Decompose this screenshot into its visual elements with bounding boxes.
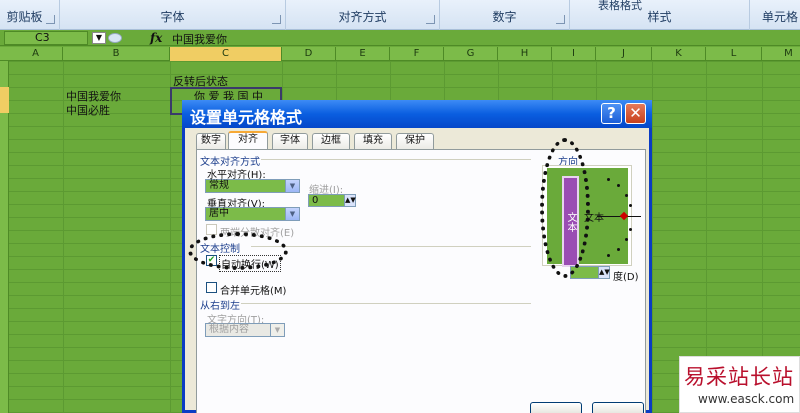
watermark-url: www.easck.com — [698, 392, 795, 406]
dial-dot — [625, 194, 628, 197]
text-direction-select[interactable]: 根据内容 ▼ — [205, 323, 285, 337]
tab-protection[interactable]: 保护 — [396, 133, 434, 149]
formula-bar-handle-icon[interactable] — [108, 33, 122, 43]
watermark-logo: 易采站长站 www.easck.com — [679, 356, 800, 413]
indent-spinner[interactable]: 0 ▲▼ — [308, 194, 356, 207]
ribbon-group-label: 字体 — [160, 10, 185, 24]
chevron-down-icon[interactable]: ▼ — [285, 180, 299, 192]
dialog-title: 设置单元格格式 — [190, 108, 303, 127]
section-right-to-left: 从右到左 — [200, 301, 240, 312]
cell-b4[interactable]: 中国必胜 — [66, 102, 110, 118]
column-header-c[interactable]: C — [170, 47, 282, 61]
formula-bar: C3 ▼ fx 中国我爱你 — [0, 30, 800, 46]
dial-dot — [617, 248, 620, 251]
column-header-b[interactable]: B — [63, 47, 170, 61]
column-header-i[interactable]: I — [552, 47, 596, 61]
tab-font[interactable]: 字体 — [272, 133, 308, 149]
dial-dot — [629, 204, 632, 207]
name-box-dropdown-icon[interactable]: ▼ — [92, 32, 106, 44]
dialog-launcher-icon[interactable] — [46, 15, 55, 24]
grid-column-line — [652, 61, 653, 413]
tab-number[interactable]: 数字 — [196, 133, 226, 149]
ribbon-group-label: 对齐方式 — [338, 10, 387, 24]
merge-cells-label: 合并单元格(M) — [220, 286, 287, 297]
close-button[interactable]: ✕ — [625, 103, 646, 124]
annotation-circle — [188, 232, 288, 270]
dial-dot — [629, 228, 632, 231]
annotation-circle — [540, 138, 590, 278]
row-headers[interactable] — [0, 61, 9, 413]
ok-button[interactable] — [530, 402, 582, 413]
section-divider — [251, 246, 531, 247]
ribbon-group-cells: 单元格 — [750, 0, 800, 30]
column-header-g[interactable]: G — [444, 47, 498, 61]
vertical-align-value: 居中 — [209, 208, 229, 219]
ribbon-group-alignment: 对齐方式 — [286, 0, 440, 30]
ribbon: 表格格式 剪贴板 字体 对齐方式 数字 样式 单元格 — [0, 0, 800, 30]
section-divider — [261, 159, 531, 160]
column-header-f[interactable]: F — [390, 47, 444, 61]
ribbon-group-label: 单元格 — [761, 10, 798, 24]
chevron-down-icon[interactable]: ▼ — [285, 208, 299, 220]
dialog-title-bar[interactable]: 设置单元格格式 ? ✕ — [182, 100, 652, 128]
indent-value: 0 — [312, 195, 319, 206]
spinner-arrows-icon[interactable]: ▲▼ — [598, 267, 610, 278]
dialog-launcher-icon[interactable] — [426, 15, 435, 24]
chevron-down-icon[interactable]: ▼ — [270, 324, 284, 336]
merge-cells-checkbox[interactable] — [206, 282, 217, 293]
dial-dot — [607, 254, 610, 257]
vertical-align-select[interactable]: 居中 ▼ — [205, 207, 300, 221]
spinner-arrows-icon[interactable]: ▲▼ — [344, 195, 356, 206]
dial-dot — [625, 238, 628, 241]
watermark-title: 易采站长站 — [684, 365, 794, 389]
column-header-j[interactable]: J — [596, 47, 652, 61]
dial-dot — [607, 178, 610, 181]
ribbon-group-number: 数字 — [440, 0, 570, 30]
insert-function-icon[interactable]: fx — [150, 31, 162, 45]
column-header-e[interactable]: E — [336, 47, 390, 61]
grid-column-line — [63, 61, 64, 413]
tab-border[interactable]: 边框 — [312, 133, 350, 149]
ribbon-group-label: 样式 — [647, 10, 672, 24]
orientation-handle[interactable] — [619, 211, 629, 221]
dialog-launcher-icon[interactable] — [272, 15, 281, 24]
tab-alignment[interactable]: 对齐 — [228, 131, 268, 149]
column-header-k[interactable]: K — [652, 47, 706, 61]
ribbon-group-clipboard: 剪贴板 — [0, 0, 60, 30]
column-header-h[interactable]: H — [498, 47, 552, 61]
tab-fill[interactable]: 填充 — [354, 133, 392, 149]
format-cells-dialog: 设置单元格格式 ? ✕ 数字 对齐 字体 边框 填充 保护 文本对齐方式 水平对… — [182, 100, 652, 413]
ribbon-group-styles: 样式 — [570, 0, 750, 30]
section-divider — [241, 303, 531, 304]
row-header-selected[interactable] — [0, 100, 9, 113]
ribbon-group-font: 字体 — [60, 0, 286, 30]
column-header-a[interactable]: A — [9, 47, 63, 61]
dial-dot — [617, 184, 620, 187]
column-headers: A B C D E F G H I J K L M — [0, 47, 800, 61]
column-header-m[interactable]: M — [762, 47, 800, 61]
column-header-d[interactable]: D — [282, 47, 336, 61]
dialog-launcher-icon[interactable] — [556, 15, 565, 24]
help-button[interactable]: ? — [601, 103, 622, 124]
ribbon-group-label: 数字 — [492, 10, 517, 24]
horizontal-align-select[interactable]: 常规 ▼ — [205, 179, 300, 193]
row-header-selected[interactable] — [0, 87, 9, 100]
name-box[interactable]: C3 — [4, 31, 88, 45]
formula-input[interactable]: 中国我爱你 — [172, 31, 227, 47]
degree-label: 度(D) — [613, 272, 639, 283]
column-header-l[interactable]: L — [706, 47, 762, 61]
text-direction-value: 根据内容 — [209, 324, 249, 335]
cancel-button[interactable] — [592, 402, 644, 413]
horizontal-align-value: 常规 — [209, 180, 229, 191]
